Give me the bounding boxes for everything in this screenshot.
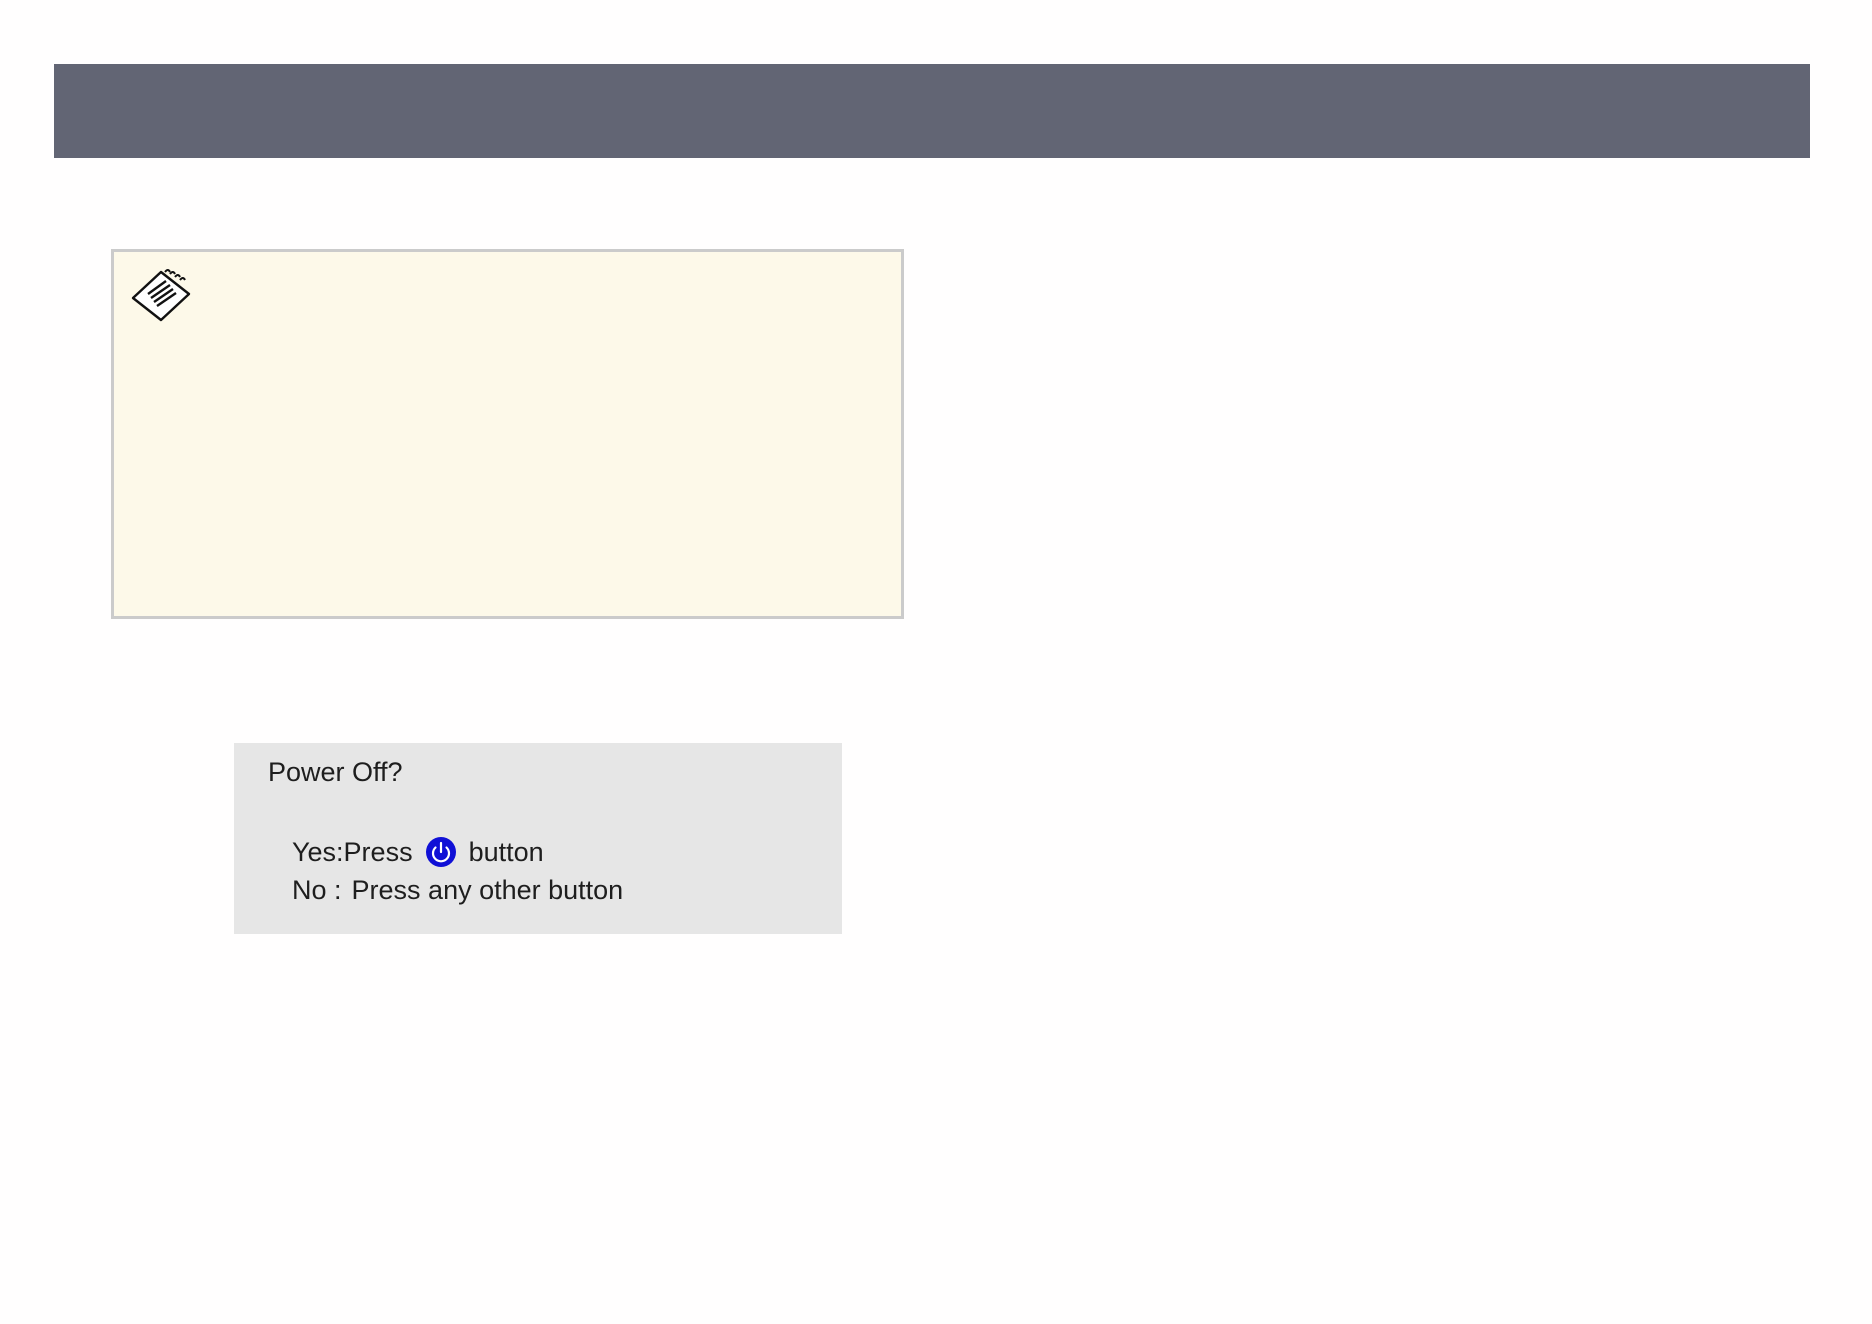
no-option: No : Press any other button xyxy=(292,875,623,906)
yes-prefix: Yes:Press xyxy=(292,836,413,867)
dialog-title: Power Off? xyxy=(268,757,403,787)
yes-suffix: button xyxy=(468,836,544,867)
power-icon xyxy=(425,836,457,868)
header-bar xyxy=(54,64,1810,158)
note-box xyxy=(111,249,904,619)
notepad-icon xyxy=(130,268,192,324)
yes-option: Yes:Press button xyxy=(292,836,544,868)
no-prefix: No : xyxy=(292,875,342,905)
power-off-dialog: Power Off? Yes:Press button No : Press a… xyxy=(234,743,842,934)
page: Power Off? Yes:Press button No : Press a… xyxy=(0,0,1872,1324)
no-text: Press any other button xyxy=(351,875,624,905)
